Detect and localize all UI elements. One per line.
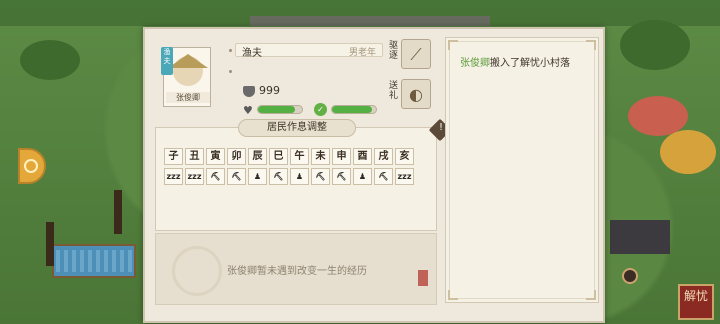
experience-text: 张俊卿暂未遇到改变一生的经历 <box>227 266 367 277</box>
schedule-activities: zzz zzz ⛏ ⛏ ♟ ⛏ ♟ ⛏ ⛏ ♟ ⛏ zzz <box>164 168 414 185</box>
schedule-hour-cell: 巳 <box>269 148 288 165</box>
schedule-activity-work-icon[interactable]: ⛏ <box>311 168 330 185</box>
map-round-button[interactable] <box>622 268 638 284</box>
frame-corner <box>448 290 458 300</box>
schedule-hour-cell: 子 <box>164 148 183 165</box>
schedule-activity-work-icon[interactable]: ⛏ <box>269 168 288 185</box>
event-log-frame <box>449 41 595 299</box>
schedule-activity-zzz-icon[interactable]: zzz <box>164 168 183 185</box>
gift-label: 送礼 <box>389 81 399 101</box>
log-entry-resident: 张俊卿 <box>460 58 490 69</box>
event-log-panel: 张俊卿搬入了解忧小村落 <box>445 37 599 303</box>
schedule-activity-eat-icon[interactable]: ♟ <box>290 168 309 185</box>
portrait-name: 张俊卿 <box>166 92 210 103</box>
schedule-activity-eat-icon[interactable]: ♟ <box>353 168 372 185</box>
schedule-panel: 居民作息调整 ! 子丑寅卯辰巳午未申酉戌亥 zzz zzz ⛏ ⛏ ♟ ⛏ ♟ ⛏ ⛏ ♟ ⛏ zzz <box>155 118 452 231</box>
straw-hat-icon <box>168 54 208 68</box>
stamina-icon: ✓ <box>314 103 327 116</box>
health-bar <box>257 105 303 114</box>
job-field: 渔夫 男老年 <box>235 43 383 59</box>
health-bar-fill <box>258 106 296 113</box>
heart-icon: ♥ <box>243 104 253 117</box>
map-pond-water <box>56 250 132 272</box>
life-experience-panel: 张俊卿暂未遇到改变一生的经历 <box>155 233 437 305</box>
stamina-bar <box>331 105 377 114</box>
schedule-activity-zzz-icon[interactable]: zzz <box>395 168 414 185</box>
coin-icon <box>24 159 38 173</box>
bullet-dot <box>229 70 232 73</box>
schedule-hour-cell: 午 <box>290 148 309 165</box>
schedule-hour-cell: 申 <box>332 148 351 165</box>
gift-button[interactable]: 送礼 ◐ <box>389 79 431 111</box>
broom-icon: ⟋ <box>401 39 431 69</box>
schedule-activity-work-icon[interactable]: ⛏ <box>206 168 225 185</box>
expel-label: 驱逐 <box>389 41 399 61</box>
schedule-hour-cell: 戌 <box>374 148 393 165</box>
game-scene: 解忧 张俊卿 渔夫 渔夫 男老年 999 ♥ ✓ 驱逐 ⟋ 送礼 ◐ 居民作息调… <box>0 0 720 324</box>
schedule-activity-work-icon[interactable]: ⛏ <box>227 168 246 185</box>
dialog-top-tab <box>250 16 490 26</box>
schedule-hours: 子丑寅卯辰巳午未申酉戌亥 <box>164 148 414 165</box>
stamina-bar-fill <box>332 106 372 113</box>
schedule-activity-work-icon[interactable]: ⛏ <box>374 168 393 185</box>
schedule-activity-eat-icon[interactable]: ♟ <box>248 168 267 185</box>
gift-bag-icon: ◐ <box>401 79 431 109</box>
schedule-activity-zzz-icon[interactable]: zzz <box>185 168 204 185</box>
map-building <box>610 220 670 254</box>
job-meta: 男老年 <box>348 48 376 58</box>
schedule-hour-cell: 亥 <box>395 148 414 165</box>
map-tree <box>20 40 80 80</box>
bullet-dot <box>229 49 232 52</box>
expel-button[interactable]: 驱逐 ⟋ <box>389 39 431 71</box>
schedule-hour-cell: 辰 <box>248 148 267 165</box>
frame-corner <box>586 290 596 300</box>
money-value: 999 <box>259 84 280 97</box>
frame-corner <box>448 40 458 50</box>
money-bag-icon <box>243 86 255 97</box>
map-gold-tree <box>660 130 716 174</box>
schedule-activity-work-icon[interactable]: ⛏ <box>332 168 351 185</box>
log-entry-text: 搬入了解忧小村落 <box>490 58 570 69</box>
schedule-title: 居民作息调整 <box>238 119 356 137</box>
job-tag: 渔夫 <box>161 47 173 75</box>
resident-dialog: 张俊卿 渔夫 渔夫 男老年 999 ♥ ✓ 驱逐 ⟋ 送礼 ◐ 居民作息调整 ! <box>143 27 605 323</box>
schedule-hour-cell: 卯 <box>227 148 246 165</box>
frame-corner <box>586 40 596 50</box>
schedule-hour-cell: 未 <box>311 148 330 165</box>
schedule-hour-cell: 丑 <box>185 148 204 165</box>
map-signpost <box>46 222 54 266</box>
job-name: 渔夫 <box>242 48 262 59</box>
schedule-hour-cell: 酉 <box>353 148 372 165</box>
schedule-hour-cell: 寅 <box>206 148 225 165</box>
unravel-button[interactable]: 解忧 <box>678 284 714 320</box>
map-signpost <box>114 190 122 234</box>
map-tree <box>620 20 690 70</box>
log-entry: 张俊卿搬入了解忧小村落 <box>460 54 570 69</box>
seal-stamp <box>418 270 428 286</box>
